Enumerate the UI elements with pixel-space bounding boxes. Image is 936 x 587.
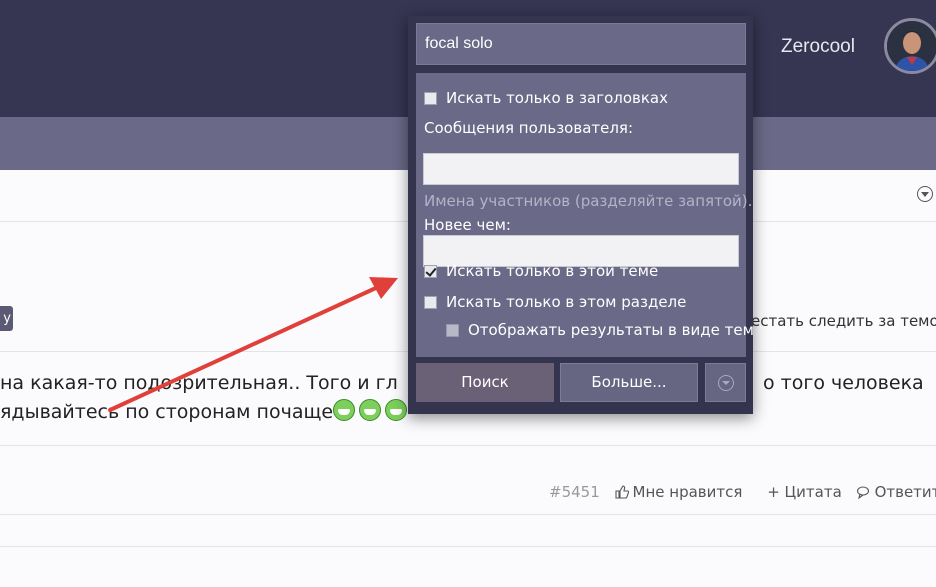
grin-smiley-icon (385, 399, 408, 421)
search-dropdown-button[interactable] (705, 363, 746, 402)
username-link[interactable]: Zerocool (781, 36, 855, 58)
post-text-line: ядывайтесь по сторонам почаще (0, 398, 411, 427)
post-text-line: на какая-то подозрительная.. Того и гл (0, 372, 398, 394)
speech-bubbles-icon (856, 486, 869, 499)
display-as-threads-checkbox[interactable] (446, 323, 459, 337)
quote-button[interactable]: + Цитата (767, 483, 842, 501)
posted-by-input[interactable] (423, 153, 739, 185)
post-text-fragment: ядывайтесь по сторонам почаще (0, 401, 334, 423)
titles-only-label: Искать только в заголовках (446, 89, 668, 107)
unwatch-thread-link[interactable]: естать следить за темой (751, 312, 936, 330)
thread-tag[interactable]: у (0, 306, 13, 331)
grin-smiley-icon (359, 399, 382, 421)
this-thread-checkbox[interactable] (424, 264, 437, 278)
display-as-threads-option[interactable]: Отображать результаты в виде тем (446, 321, 754, 339)
avatar-image (887, 21, 936, 71)
chevron-down-icon (718, 375, 734, 391)
like-button[interactable]: Мне нравится (614, 483, 753, 501)
posted-by-hint: Имена участников (разделяйте запятой). (424, 192, 753, 210)
search-button[interactable]: Поиск (416, 363, 554, 402)
post-actions: #5451 Мне нравится + Цитата Ответить (549, 483, 936, 501)
titles-only-option[interactable]: Искать только в заголовках (424, 89, 668, 107)
titles-only-checkbox[interactable] (424, 91, 437, 105)
this-forum-label: Искать только в этом разделе (446, 293, 687, 311)
search-popup: focal solo Искать только в заголовках Со… (408, 16, 754, 414)
divider (0, 445, 936, 446)
this-thread-label: Искать только в этой теме (446, 262, 659, 280)
reply-label: Ответить (874, 483, 936, 501)
post-number-link[interactable]: #5451 (549, 483, 600, 501)
thumbs-up-icon (614, 485, 629, 499)
options-dropdown-icon[interactable] (917, 186, 933, 202)
user-avatar[interactable] (884, 18, 936, 74)
display-as-threads-label: Отображать результаты в виде тем (468, 321, 754, 339)
more-options-button[interactable]: Больше... (560, 363, 698, 402)
like-label: Мне нравится (632, 483, 743, 501)
search-query-input[interactable]: focal solo (416, 23, 746, 65)
divider (0, 514, 936, 515)
this-thread-option[interactable]: Искать только в этой теме (424, 262, 658, 280)
posted-by-label: Сообщения пользователя: (424, 119, 634, 137)
post-text-line: о того человека (763, 372, 924, 394)
this-forum-checkbox[interactable] (424, 295, 437, 309)
divider (0, 546, 936, 547)
grin-smiley-icon (333, 399, 356, 421)
reply-button[interactable]: Ответить (856, 483, 936, 501)
search-options-panel: Искать только в заголовках Сообщения пол… (416, 73, 754, 357)
newer-than-label: Новее чем: (424, 216, 511, 234)
this-forum-option[interactable]: Искать только в этом разделе (424, 293, 686, 311)
